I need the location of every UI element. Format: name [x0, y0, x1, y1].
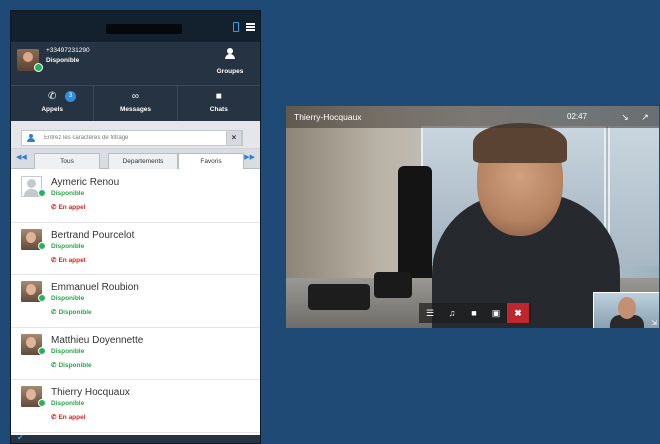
- video-scene-guitar-case: [398, 166, 432, 286]
- tab-appels[interactable]: ✆ 3 Appels: [11, 86, 95, 121]
- subtab-tous[interactable]: Tous: [34, 153, 100, 169]
- user-status-indicator: [34, 63, 43, 72]
- camera-off-icon[interactable]: ■: [463, 303, 485, 323]
- contact-call-state: ✆ En appel: [51, 256, 86, 264]
- scroll-right-icon[interactable]: ▶▶: [244, 153, 255, 161]
- contact-name: Bertrand Pourcelot: [51, 229, 135, 241]
- mobile-phone-icon[interactable]: [233, 22, 239, 32]
- app-titlebar: [11, 11, 260, 43]
- video-call-window: Thierry-Hocquaux 02:47 ↘ ↗ ☰ ♫ ■ ▣ ✖ ⇲: [286, 106, 659, 328]
- user-bar: +33497231290 Disponible Groupes: [11, 43, 260, 85]
- user-status-text[interactable]: Disponible: [46, 57, 79, 64]
- missed-calls-badge: 3: [65, 91, 76, 102]
- clear-filter-button[interactable]: ×: [226, 130, 242, 146]
- resize-icon[interactable]: ⇲: [651, 319, 657, 327]
- subtab-departements[interactable]: Departements: [108, 153, 178, 169]
- minimize-icon[interactable]: ↘: [619, 111, 631, 123]
- contact-call-text: En appel: [58, 256, 86, 264]
- contact-call-state: ✆ En appel: [51, 413, 86, 421]
- voicemail-icon: ∞: [131, 91, 140, 102]
- contact-call-state[interactable]: ✆ Disponible: [51, 308, 92, 316]
- contact-row[interactable]: Emmanuel Roubion Disponible ✆ Disponible: [11, 275, 260, 328]
- mute-microphone-icon[interactable]: ♫: [441, 303, 463, 323]
- video-titlebar: Thierry-Hocquaux 02:47 ↘ ↗: [286, 106, 659, 128]
- menu-icon[interactable]: [246, 23, 255, 31]
- call-controls: ☰ ♫ ■ ▣ ✖: [419, 303, 531, 323]
- fullscreen-icon[interactable]: ↗: [639, 111, 651, 123]
- contact-status: Disponible: [51, 190, 85, 197]
- video-caller-name: Thierry-Hocquaux: [294, 112, 362, 122]
- contact-name: Thierry Hocquaux: [51, 387, 130, 398]
- user-phone-number: +33497231290: [46, 47, 90, 54]
- checkmark-icon: ✔: [17, 433, 24, 442]
- contact-subtabs: ◀◀ Tous Departements Favoris ▶▶: [11, 149, 260, 169]
- contact-call-text: Disponible: [58, 309, 92, 316]
- scroll-left-icon[interactable]: ◀◀: [16, 153, 27, 161]
- chat-icon: ■: [215, 91, 222, 102]
- contact-status-indicator: [38, 346, 46, 355]
- contact-status: Disponible: [51, 242, 85, 250]
- phone-icon: ✆: [51, 204, 57, 211]
- redacted-title: [106, 24, 182, 34]
- filter-box: ×: [21, 130, 243, 146]
- contact-name: Aymeric Renou: [51, 177, 120, 188]
- phone-icon: ✆: [51, 361, 57, 369]
- contact-call-text: Disponible: [58, 361, 92, 369]
- contact-call-text: En appel: [58, 414, 86, 421]
- video-scene-desk-phone: [374, 272, 412, 298]
- hang-up-button[interactable]: ✖: [507, 303, 529, 323]
- contact-call-text: En appel: [58, 204, 86, 211]
- groups-label: Groupes: [216, 68, 244, 75]
- contact-status-indicator: [38, 399, 46, 407]
- call-duration: 02:47: [567, 112, 588, 121]
- main-tabs: ✆ 3 Appels ∞ Messages ■ Chats: [11, 85, 260, 121]
- remote-participant-hair: [473, 123, 567, 163]
- tab-chats-label: Chats: [209, 106, 228, 113]
- groups-icon: [225, 48, 235, 59]
- filter-bar: ×: [11, 121, 260, 149]
- phone-icon: ✆: [51, 309, 57, 316]
- tab-chats[interactable]: ■ Chats: [178, 86, 260, 121]
- groups-button[interactable]: Groupes: [210, 48, 250, 75]
- contact-row[interactable]: Bertrand Pourcelot Disponible ✆ En appel: [11, 222, 260, 275]
- video-scene-desk-phone: [308, 284, 370, 310]
- contact-row[interactable]: Aymeric Renou Disponible ✆ En appel: [11, 170, 260, 223]
- self-view-face: [618, 297, 636, 319]
- contact-status-indicator: [38, 241, 46, 250]
- tab-messages[interactable]: ∞ Messages: [94, 86, 178, 121]
- contact-list: Aymeric Renou Disponible ✆ En appel Bertr…: [11, 170, 260, 433]
- subtab-favoris[interactable]: Favoris: [178, 153, 244, 169]
- menu-icon[interactable]: ☰: [419, 303, 441, 323]
- filter-input[interactable]: [44, 133, 224, 143]
- phone-icon: ✆: [51, 414, 57, 421]
- contact-row[interactable]: Thierry Hocquaux Disponible ✆ En appel: [11, 380, 260, 433]
- tab-messages-label: Messages: [119, 106, 152, 113]
- phone-icon: ✆: [51, 256, 57, 264]
- phone-icon: ✆: [47, 91, 57, 102]
- softphone-panel: +33497231290 Disponible Groupes ✆ 3 Appe…: [10, 10, 261, 444]
- contact-row[interactable]: Matthieu Doyennette Disponible ✆ Disponib…: [11, 327, 260, 380]
- self-view-pip[interactable]: ⇲: [593, 292, 659, 328]
- app-footer: ✔: [11, 433, 260, 443]
- video-scene-window-right: [608, 126, 659, 266]
- contact-status: Disponible: [51, 347, 85, 355]
- contact-filter-icon: [27, 134, 35, 142]
- contact-status-indicator: [38, 189, 46, 197]
- tab-appels-label: Appels: [41, 106, 63, 113]
- contact-call-state[interactable]: ✆ Disponible: [51, 361, 92, 369]
- contact-status-indicator: [38, 294, 46, 302]
- contact-status: Disponible: [51, 295, 85, 302]
- contact-status: Disponible: [51, 400, 85, 407]
- contact-name: Matthieu Doyennette: [51, 334, 144, 346]
- screen-share-icon[interactable]: ▣: [485, 303, 507, 323]
- contact-call-state: ✆ En appel: [51, 203, 86, 211]
- contact-name: Emmanuel Roubion: [51, 282, 139, 293]
